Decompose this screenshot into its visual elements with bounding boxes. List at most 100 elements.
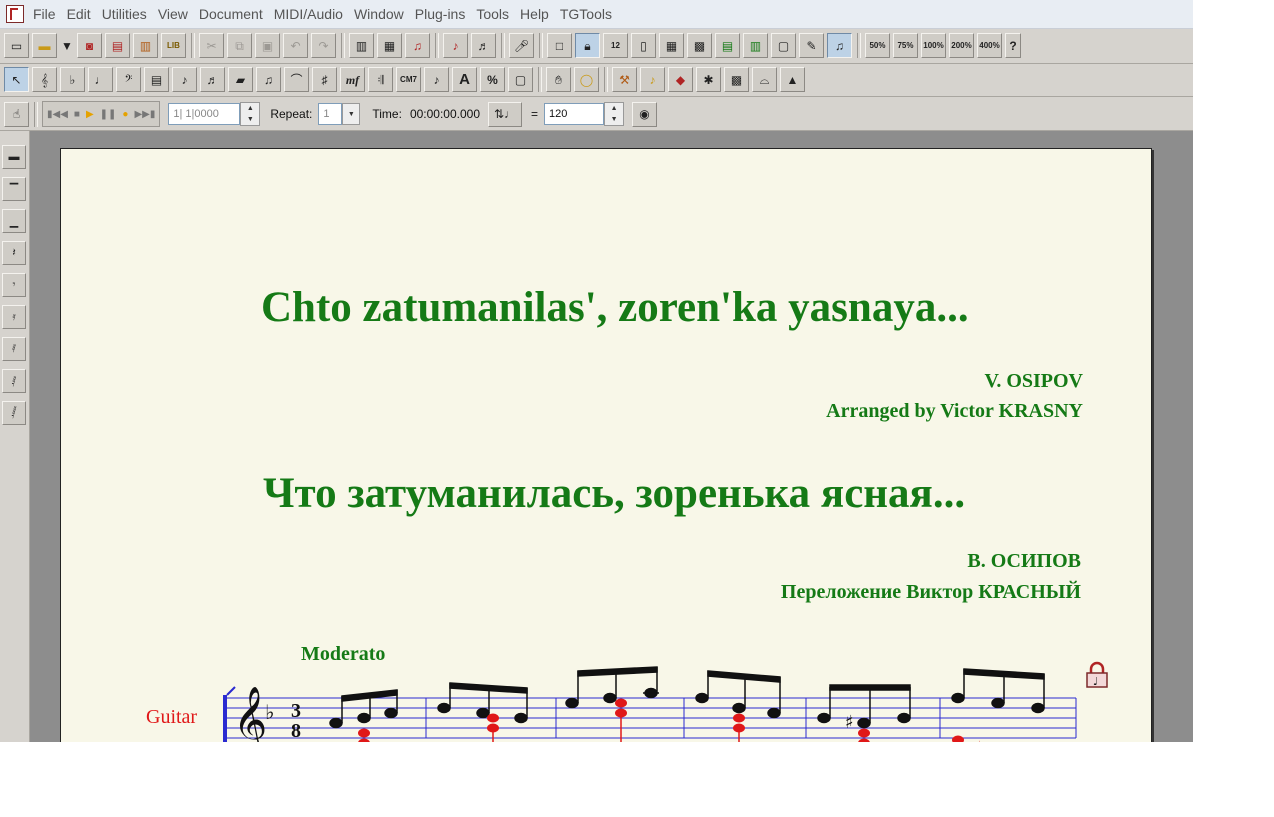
time-signature-bottom[interactable]: 8 — [291, 720, 301, 742]
zoom-75-button[interactable]: 75% — [893, 33, 918, 58]
treble-clef-icon[interactable]: 𝄞 — [233, 685, 267, 742]
pause-icon[interactable]: ❚❚ — [100, 109, 117, 120]
arranger-cyrillic[interactable]: Переложение Виктор КРАСНЫЙ — [781, 581, 1081, 604]
time-signature-top[interactable]: 3 — [291, 700, 301, 722]
measure-counter-field[interactable]: 1| 1|0000 — [168, 103, 241, 125]
composer-latin[interactable]: V. OSIPOV — [984, 370, 1083, 393]
menu-view[interactable]: View — [155, 0, 196, 28]
speedy-entry-icon[interactable]: ♬ — [471, 33, 496, 58]
measure-6[interactable]: ♮ — [951, 668, 1045, 742]
lyrics-tool-icon[interactable]: ♪ — [424, 67, 449, 92]
menu-document[interactable]: Document — [196, 0, 271, 28]
graphics-tool-icon[interactable]: ▩ — [724, 67, 749, 92]
print-icon[interactable]: ▤ — [105, 33, 130, 58]
simple-entry-tool-icon[interactable]: ♪ — [172, 67, 197, 92]
hyperscribe-tool-icon[interactable]: ▰ — [228, 67, 253, 92]
measure-2[interactable] — [437, 682, 528, 742]
composer-cyrillic[interactable]: В. ОСИПОВ — [967, 550, 1081, 573]
document-canvas[interactable]: Chto zatumanilas', zoren'ka yasnaya... V… — [30, 131, 1193, 742]
scroll-view-icon[interactable]: ▥ — [349, 33, 374, 58]
natural-accidental[interactable]: ♮ — [978, 739, 983, 742]
copy-icon[interactable]: ⧉ — [227, 33, 252, 58]
redo-icon[interactable]: ↷ — [311, 33, 336, 58]
paste-icon[interactable]: ▣ — [255, 33, 280, 58]
whole-rest-icon[interactable]: ▔ — [2, 177, 26, 201]
staff-tool-icon[interactable]: 𝄞 — [32, 67, 57, 92]
page-view-icon[interactable]: ▦ — [377, 33, 402, 58]
measure-4[interactable] — [695, 670, 781, 742]
text-tool-icon[interactable]: A — [452, 67, 477, 92]
hammer-icon[interactable]: ⚒ — [612, 67, 637, 92]
tempo-spinner[interactable]: ▲ ▼ — [604, 102, 625, 126]
menu-file[interactable]: File — [30, 0, 64, 28]
lock-icon[interactable]: ♩ — [1083, 661, 1111, 689]
thirty-second-rest-icon[interactable]: 𝅀 — [2, 337, 26, 361]
tempo-unit-note-icon[interactable]: ⇅♩ — [488, 101, 523, 127]
studio-view-icon[interactable]: ♫ — [405, 33, 430, 58]
fast-forward-icon[interactable]: ▶▶▮ — [134, 109, 155, 120]
smart-shape-tool-icon[interactable]: ⌒ — [284, 67, 309, 92]
measure-tool-icon[interactable]: ▤ — [144, 67, 169, 92]
split-measure-icon[interactable]: ▯ — [631, 33, 656, 58]
zoom-50-button[interactable]: 50% — [865, 33, 890, 58]
selection-tool-icon[interactable]: ↖ — [4, 67, 29, 92]
midi-tool-icon[interactable]: ✱ — [696, 67, 721, 92]
measure-numbers-icon[interactable]: 12 — [603, 33, 628, 58]
menu-window[interactable]: Window — [351, 0, 412, 28]
menu-utilities[interactable]: Utilities — [99, 0, 155, 28]
microphone-icon[interactable]: 🎤︎ — [509, 33, 534, 58]
mirror-tool-icon[interactable]: ◆ — [668, 67, 693, 92]
measure-5[interactable]: ♯ — [817, 684, 911, 742]
tempo-field[interactable]: 120 — [544, 103, 605, 125]
key-signature-tool-icon[interactable]: ♭ — [60, 67, 85, 92]
grid-icon[interactable]: ▦ — [659, 33, 684, 58]
sharp-accidental[interactable]: ♯ — [845, 712, 854, 733]
hand-grabber-icon[interactable]: ✋︎ — [546, 67, 571, 92]
score-page[interactable]: Chto zatumanilas', zoren'ka yasnaya... V… — [60, 148, 1152, 742]
lock-measure-icon[interactable]: 🔒︎ — [575, 33, 600, 58]
zoom-200-button[interactable]: 200% — [949, 33, 974, 58]
sixteenth-rest-icon[interactable]: 𝄿 — [2, 305, 26, 329]
repeat-dropdown-chevron-icon[interactable]: ▼ — [342, 103, 361, 125]
menu-edit[interactable]: Edit — [64, 0, 99, 28]
repeat-select[interactable]: 1 — [318, 103, 343, 125]
new-document-icon[interactable]: ▭ — [4, 33, 29, 58]
quarter-rest-icon[interactable]: 𝄽 — [2, 241, 26, 265]
save-disk-icon[interactable]: ◙ — [77, 33, 102, 58]
tuplet-tool-icon[interactable]: ♫ — [256, 67, 281, 92]
eighth-rest-icon[interactable]: 𝄾 — [2, 273, 26, 297]
clef-tool-icon[interactable]: 𝄢 — [116, 67, 141, 92]
menu-plug-ins[interactable]: Plug-ins — [412, 0, 474, 28]
measure-counter-spinner[interactable]: ▲ ▼ — [240, 102, 261, 126]
arranger-latin[interactable]: Arranged by Victor KRASNY — [826, 400, 1083, 423]
time-signature-tool-icon[interactable]: ♩ — [88, 67, 113, 92]
expression-tool-icon[interactable]: mf — [340, 67, 365, 92]
menu-tools[interactable]: Tools — [473, 0, 517, 28]
app-logo-icon[interactable] — [6, 5, 24, 23]
rewind-to-start-icon[interactable]: ▮◀◀ — [47, 109, 68, 120]
speedy-entry-tool-icon[interactable]: ♬ — [200, 67, 225, 92]
title-latin[interactable]: Chto zatumanilas', zoren'ka yasnaya... — [261, 283, 969, 332]
record-icon[interactable]: ● — [122, 109, 128, 120]
staff-set-icon[interactable]: ▥ — [743, 33, 768, 58]
stop-icon[interactable]: ■ — [74, 109, 80, 120]
title-cyrillic[interactable]: Что затуманилась, зоренька ясная... — [263, 469, 965, 518]
key-signature[interactable]: ♭ — [265, 700, 274, 724]
frame-icon[interactable]: □ — [547, 33, 572, 58]
ossia-tool-icon[interactable]: ⌓ — [752, 67, 777, 92]
measure-3[interactable] — [565, 666, 659, 742]
zoom-100-button[interactable]: 100% — [921, 33, 946, 58]
playback-notes-icon[interactable]: ♫ — [827, 33, 852, 58]
page-layout-icon[interactable]: ▢ — [771, 33, 796, 58]
notepad-icon[interactable]: ✎ — [799, 33, 824, 58]
hyperscribe-icon[interactable]: ♪ — [443, 33, 468, 58]
dotted-grid-icon[interactable]: ▩ — [687, 33, 712, 58]
zoom-400-button[interactable]: 400% — [977, 33, 1002, 58]
undo-icon[interactable]: ↶ — [283, 33, 308, 58]
library-icon[interactable]: LIB — [161, 33, 186, 58]
sixty-fourth-rest-icon[interactable]: 𝅁 — [2, 369, 26, 393]
chord-tool-icon[interactable]: CM7 — [396, 67, 421, 92]
hand-point-icon[interactable]: ☝ — [4, 101, 29, 127]
open-folder-icon[interactable]: ▬ — [32, 33, 57, 58]
half-rest-icon[interactable]: ▁ — [2, 209, 26, 233]
